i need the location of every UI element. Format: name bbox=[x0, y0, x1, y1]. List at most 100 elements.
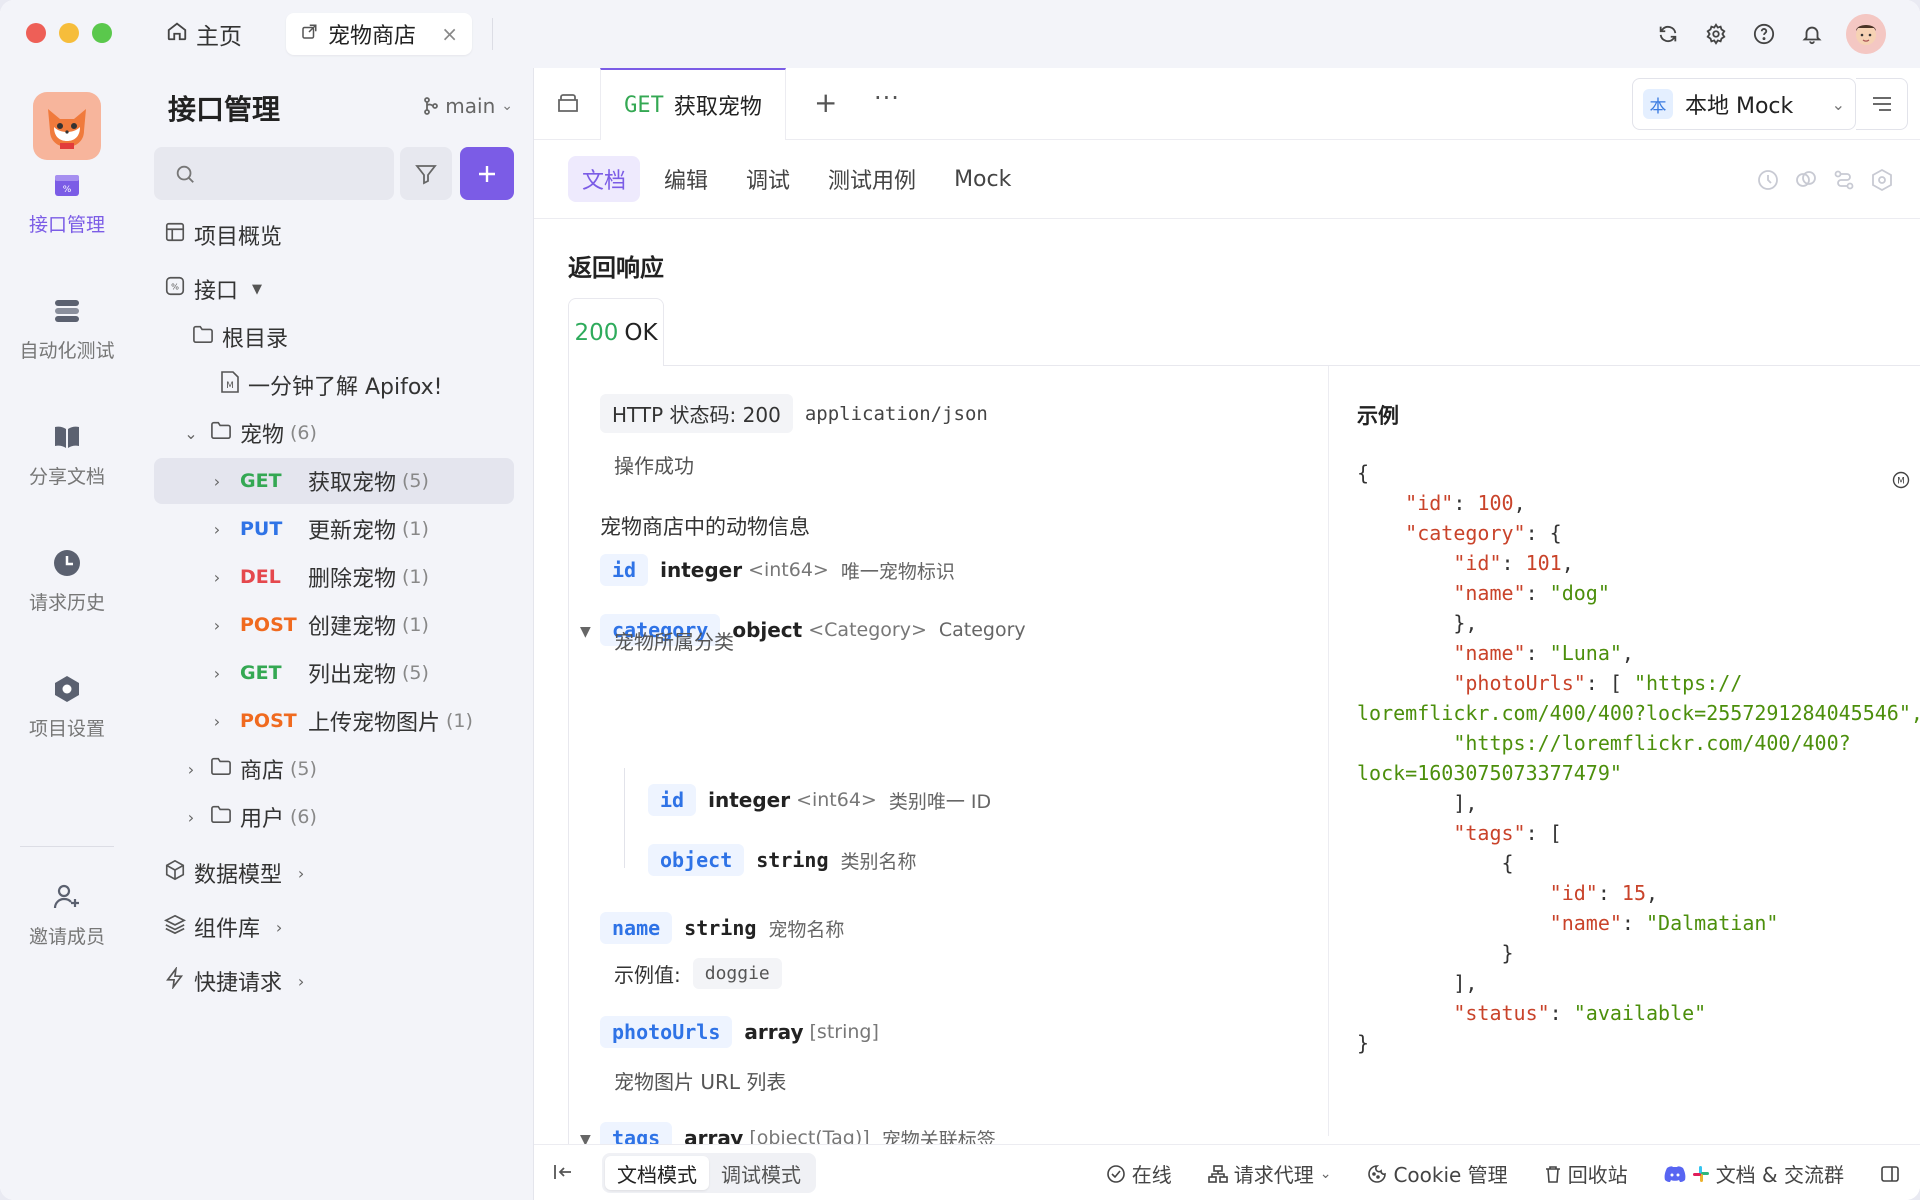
tab-test-cases[interactable]: 测试用例 bbox=[814, 156, 930, 202]
field-subdescription: 宠物所属分类 bbox=[614, 630, 734, 654]
rail-item-history[interactable]: 请求历史 bbox=[0, 546, 134, 615]
chevron-right-icon[interactable]: › bbox=[182, 808, 200, 827]
gear-icon[interactable] bbox=[1702, 20, 1730, 48]
tab-mock[interactable]: Mock bbox=[940, 156, 1025, 202]
app-logo[interactable] bbox=[33, 92, 101, 160]
chevron-right-icon[interactable]: › bbox=[208, 616, 226, 635]
add-button[interactable] bbox=[460, 147, 514, 200]
help-icon[interactable] bbox=[1750, 20, 1778, 48]
rail-item-api[interactable]: % 接口管理 bbox=[0, 168, 134, 237]
trash-button[interactable]: 回收站 bbox=[1544, 1159, 1628, 1188]
folder-icon bbox=[210, 756, 232, 782]
community-link[interactable]: 文档 & 交流群 bbox=[1664, 1159, 1844, 1188]
close-tab-icon[interactable]: × bbox=[441, 22, 458, 46]
rail-label: 项目设置 bbox=[28, 718, 105, 740]
status-text: OK bbox=[624, 319, 658, 346]
sidebar-folder-pets[interactable]: ⌄ 宠物 (6) bbox=[154, 410, 514, 456]
rail-item-invite[interactable]: 邀请成员 bbox=[0, 880, 134, 949]
debug-mode-button[interactable]: 调试模式 bbox=[709, 1156, 813, 1190]
field-type: array bbox=[744, 1020, 804, 1044]
minimize-window-button[interactable] bbox=[59, 23, 79, 43]
field-type: integer bbox=[708, 788, 791, 812]
chevron-right-icon[interactable]: › bbox=[208, 472, 226, 491]
chevron-right-icon[interactable]: › bbox=[208, 520, 226, 539]
copy-icon[interactable] bbox=[1794, 168, 1818, 192]
endpoint-row[interactable]: › PUT 更新宠物 (1) bbox=[154, 506, 514, 552]
chevron-right-icon[interactable]: › bbox=[182, 760, 200, 779]
field-name: id bbox=[648, 784, 697, 816]
plus-icon bbox=[479, 165, 495, 182]
app-window: 主页 宠物商店 × % 接口管理 自动化测试 分享文档 请求历史 项目设置 邀请… bbox=[0, 0, 1920, 1200]
rail-item-automation[interactable]: 自动化测试 bbox=[0, 294, 134, 363]
sidebar-folder-user[interactable]: › 用户 (6) bbox=[154, 794, 514, 840]
panel-toggle[interactable] bbox=[1880, 1164, 1900, 1184]
proxy-selector[interactable]: 请求代理 ⌄ bbox=[1207, 1159, 1331, 1188]
sidebar-item-data-model[interactable]: 数据模型 › bbox=[154, 850, 514, 896]
more-tabs-button[interactable]: ··· bbox=[874, 84, 900, 112]
settings-icon[interactable] bbox=[1870, 168, 1894, 192]
sidebar-item-components[interactable]: 组件库 › bbox=[154, 904, 514, 950]
sidebar-item-apis[interactable]: % 接口 ▼ bbox=[154, 266, 514, 312]
refresh-icon[interactable] bbox=[1654, 20, 1682, 48]
new-tab-button[interactable]: + bbox=[814, 86, 837, 119]
sidebar-folder-store[interactable]: › 商店 (5) bbox=[154, 746, 514, 792]
sidebar-item-overview[interactable]: 项目概览 bbox=[154, 212, 514, 258]
rail-divider bbox=[20, 846, 114, 847]
environment-selector[interactable]: 本 本地 Mock ⌄ bbox=[1632, 78, 1856, 130]
field-type: integer bbox=[660, 558, 743, 582]
field-row: id integer <int64> 类别唯一 ID bbox=[648, 784, 991, 816]
caret-down-icon[interactable]: ▼ bbox=[580, 624, 591, 640]
field-row: id integer <int64> 唯一宠物标识 bbox=[600, 554, 955, 586]
environment-menu-button[interactable] bbox=[1856, 78, 1908, 130]
proxy-label: 请求代理 bbox=[1233, 1163, 1314, 1187]
rail-item-share-docs[interactable]: 分享文档 bbox=[0, 420, 134, 489]
case-count: (1) bbox=[402, 518, 429, 540]
request-tabbar: GET 获取宠物 + ··· 本 本地 Mock ⌄ bbox=[534, 68, 1920, 140]
chevron-right-icon[interactable]: › bbox=[208, 664, 226, 683]
close-window-button[interactable] bbox=[26, 23, 46, 43]
share-icon[interactable] bbox=[1832, 168, 1856, 192]
chevron-down-icon[interactable]: ⌄ bbox=[182, 424, 200, 443]
tab-edit[interactable]: 编辑 bbox=[650, 156, 722, 202]
sidebar-item-doc[interactable]: M 一分钟了解 Apifox! bbox=[154, 362, 514, 408]
maximize-window-button[interactable] bbox=[92, 23, 112, 43]
avatar[interactable] bbox=[1846, 14, 1886, 54]
tab-doc[interactable]: 文档 bbox=[568, 156, 641, 202]
bell-icon[interactable] bbox=[1798, 20, 1826, 48]
history-icon[interactable] bbox=[1756, 168, 1780, 192]
book-icon bbox=[50, 420, 84, 454]
online-status[interactable]: 在线 bbox=[1106, 1159, 1172, 1188]
endpoint-row[interactable]: › GET 列出宠物 (5) bbox=[154, 650, 514, 696]
chevron-right-icon[interactable]: › bbox=[208, 712, 226, 731]
field-type: object bbox=[732, 618, 803, 642]
filter-button[interactable] bbox=[400, 147, 452, 200]
home-label: 主页 bbox=[196, 24, 242, 50]
sidebar-item-quick-request[interactable]: 快捷请求 › bbox=[154, 958, 514, 1004]
field-format: <int64> bbox=[748, 559, 829, 581]
cookie-label: Cookie 管理 bbox=[1393, 1163, 1508, 1187]
doc-subtabs: 文档 编辑 调试 测试用例 Mock bbox=[568, 156, 1025, 202]
endpoint-row[interactable]: › POST 上传宠物图片 (1) bbox=[154, 698, 514, 744]
tab-list-icon[interactable] bbox=[556, 92, 580, 119]
chevron-right-icon[interactable]: › bbox=[208, 568, 226, 587]
response-tab-200[interactable]: 200 OK bbox=[568, 298, 664, 366]
title-bar: 主页 宠物商店 × bbox=[0, 0, 1920, 68]
folder-label: 商店 bbox=[240, 759, 285, 784]
endpoint-row[interactable]: › GET 获取宠物 (5) bbox=[154, 458, 514, 504]
branch-selector[interactable]: main ⌄ bbox=[423, 94, 513, 118]
sidebar-item-root[interactable]: 根目录 bbox=[154, 314, 514, 360]
tab-get-pet[interactable]: GET 获取宠物 bbox=[600, 68, 786, 140]
endpoint-row[interactable]: › DEL 删除宠物 (1) bbox=[154, 554, 514, 600]
collapse-sidebar-icon[interactable] bbox=[552, 1161, 574, 1188]
field-name: name bbox=[600, 912, 673, 944]
rail-item-project-settings[interactable]: 项目设置 bbox=[0, 672, 134, 741]
doc-mode-button[interactable]: 文档模式 bbox=[605, 1156, 709, 1190]
tab-debug[interactable]: 调试 bbox=[732, 156, 804, 202]
home-tab[interactable]: 主页 bbox=[166, 16, 242, 52]
endpoint-row[interactable]: › POST 创建宠物 (1) bbox=[154, 602, 514, 648]
folder-count: (6) bbox=[290, 806, 317, 828]
chevron-down-icon: ⌄ bbox=[501, 98, 513, 114]
field-name: id bbox=[600, 554, 649, 586]
project-tab[interactable]: 宠物商店 × bbox=[286, 13, 472, 55]
cookie-manager[interactable]: Cookie 管理 bbox=[1367, 1159, 1508, 1188]
